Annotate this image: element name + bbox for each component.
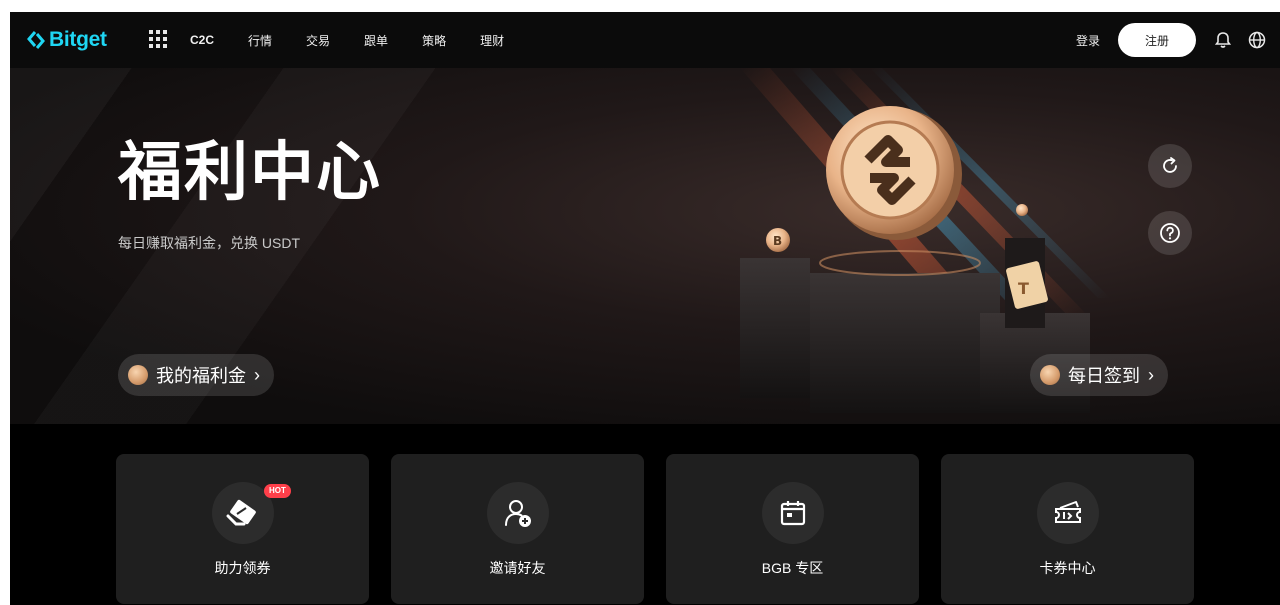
nav-item-c2c[interactable]: C2C	[190, 33, 214, 47]
ticket-icon	[1037, 482, 1099, 544]
app-window: Bitget C2C 行情 交易 跟单 策略 理财 登录 注册 福利中心 每日赚…	[10, 12, 1280, 605]
my-welfare-button[interactable]: 我的福利金 ›	[118, 354, 274, 396]
bitget-logo-icon	[27, 31, 45, 49]
apps-grid-icon[interactable]	[148, 29, 168, 49]
coin-icon	[1040, 365, 1060, 385]
card-label: 助力领券	[214, 560, 271, 576]
add-user-icon	[487, 482, 549, 544]
main-nav: C2C 行情 交易 跟单 策略 理财	[190, 12, 538, 68]
nav-item-strategy[interactable]: 策略	[422, 32, 446, 49]
nav-item-copy-trading[interactable]: 跟单	[364, 32, 388, 49]
coin-icon	[128, 365, 148, 385]
nav-item-earn[interactable]: 理财	[480, 32, 504, 49]
calendar-icon	[762, 482, 824, 544]
bitget-logo[interactable]: Bitget	[26, 26, 107, 54]
card-bgb-zone[interactable]: BGB 专区	[666, 454, 919, 604]
daily-checkin-label: 每日签到	[1068, 366, 1140, 386]
nav-item-trade[interactable]: 交易	[306, 32, 330, 49]
bell-icon[interactable]	[1212, 29, 1234, 51]
card-help-coupon[interactable]: HOT 助力领券	[116, 454, 369, 604]
nav-right-group: 登录 注册	[1076, 12, 1280, 68]
svg-text:T: T	[1018, 279, 1029, 298]
register-button[interactable]: 注册	[1118, 23, 1196, 57]
card-label: 卡券中心	[1039, 560, 1096, 576]
top-navbar: Bitget C2C 行情 交易 跟单 策略 理财 登录 注册	[10, 12, 1280, 68]
refresh-icon	[1163, 157, 1177, 173]
refresh-button[interactable]	[1148, 144, 1192, 188]
globe-icon[interactable]	[1246, 29, 1268, 51]
help-button[interactable]	[1148, 211, 1192, 255]
daily-checkin-button[interactable]: 每日签到 ›	[1030, 354, 1168, 396]
my-welfare-label: 我的福利金	[156, 366, 246, 386]
login-link[interactable]: 登录	[1076, 32, 1100, 49]
nav-item-markets[interactable]: 行情	[248, 32, 272, 49]
card-label: 邀请好友	[489, 560, 546, 576]
chevron-right-icon: ›	[254, 364, 260, 385]
feature-cards: HOT 助力领券 邀请好友 BGB 专区 卡券中心	[116, 454, 1194, 604]
page-subtitle: 每日赚取福利金，兑换 USDT	[118, 235, 300, 251]
page-title: 福利中心	[118, 136, 382, 208]
chevron-right-icon: ›	[1148, 364, 1154, 385]
brand-name: Bitget	[49, 28, 107, 51]
svg-text:B: B	[773, 234, 782, 248]
hot-badge: HOT	[264, 484, 291, 498]
card-coupon-center[interactable]: 卡券中心	[941, 454, 1194, 604]
hero-banner: 福利中心 每日赚取福利金，兑换 USDT B T 我的福利金 › 每日签到 ›	[10, 68, 1280, 424]
card-label: BGB 专区	[761, 560, 824, 576]
help-icon	[1160, 223, 1180, 243]
card-invite-friends[interactable]: 邀请好友	[391, 454, 644, 604]
